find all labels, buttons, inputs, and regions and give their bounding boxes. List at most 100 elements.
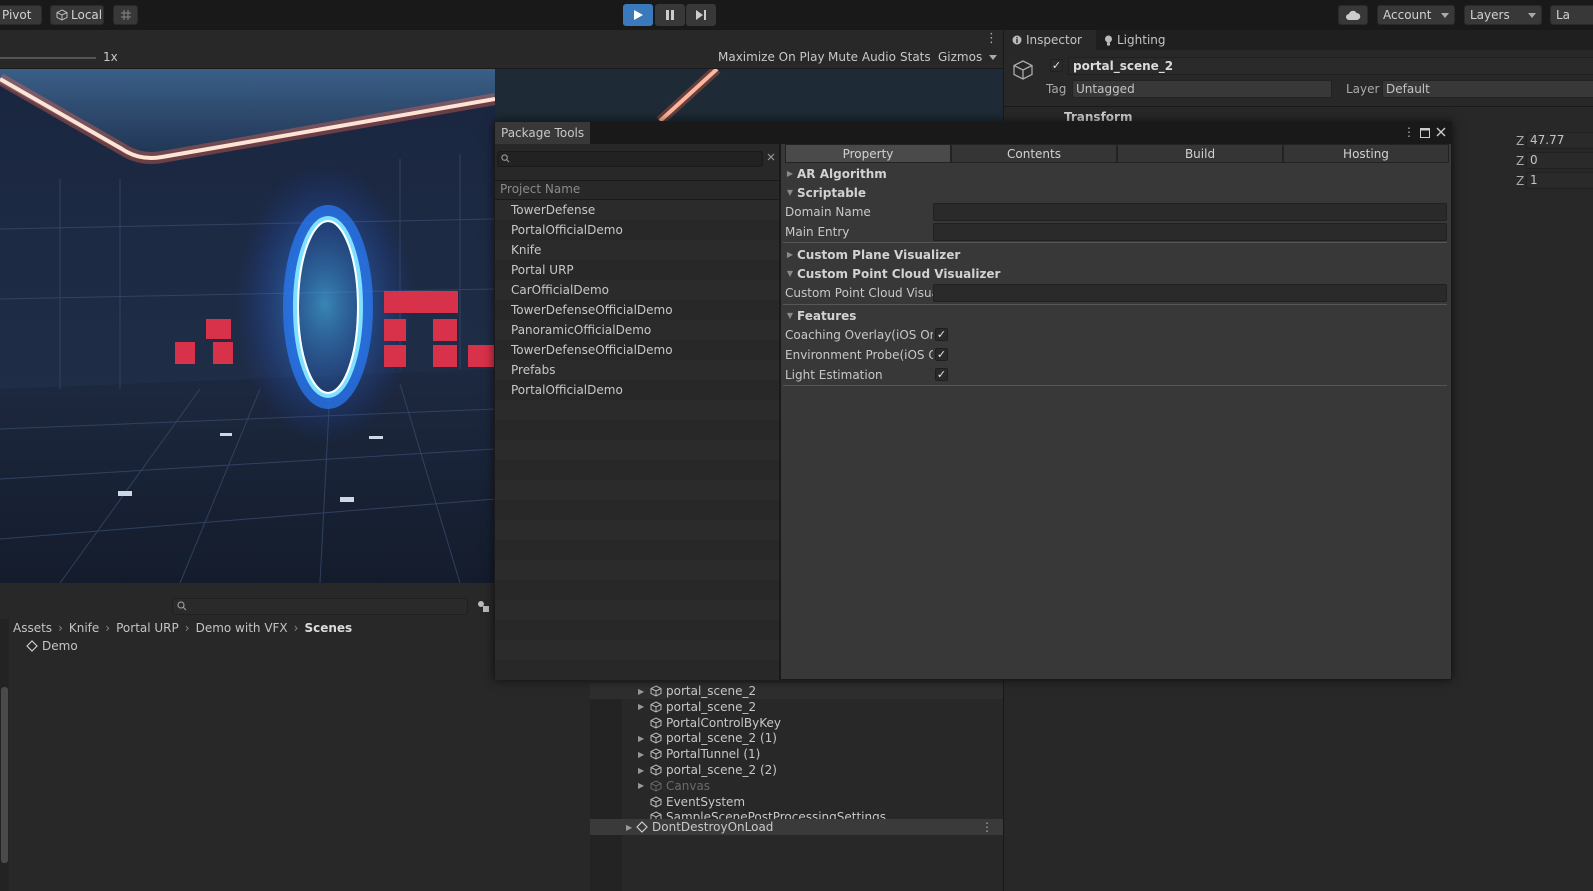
tab-contents[interactable]: Contents xyxy=(951,144,1117,163)
object-name-field[interactable]: portal_scene_2 xyxy=(1068,57,1593,75)
scale-slider[interactable] xyxy=(0,57,96,59)
expand-arrow-icon[interactable]: ▶ xyxy=(626,823,636,832)
active-checkbox[interactable]: ✓ xyxy=(1050,59,1063,72)
more-options-icon[interactable]: ⋮ xyxy=(985,31,998,46)
pause-button[interactable] xyxy=(655,4,685,26)
point-cloud-visual-input[interactable] xyxy=(933,284,1447,302)
light-estimation-checkbox[interactable]: ✓ xyxy=(935,368,948,381)
table-row[interactable]: ▶ portal_scene_2 xyxy=(590,699,1003,715)
maximize-icon[interactable] xyxy=(1420,128,1430,138)
expand-arrow-icon[interactable]: ▶ xyxy=(638,766,650,775)
environment-probe-checkbox[interactable]: ✓ xyxy=(935,348,948,361)
gizmos-toggle[interactable]: Gizmos xyxy=(938,50,982,64)
game-view-controls: 1x Maximize On Play Mute Audio Stats Giz… xyxy=(0,48,1003,69)
project-search-input[interactable] xyxy=(172,598,468,615)
scale-z-field[interactable]: 1 xyxy=(1526,172,1593,189)
domain-name-input[interactable] xyxy=(933,203,1447,221)
divider xyxy=(783,385,1447,386)
tag-dropdown[interactable]: Untagged xyxy=(1072,80,1332,98)
game-view-render[interactable] xyxy=(0,69,495,583)
project-search-input[interactable] xyxy=(497,151,763,167)
grid-snap-button[interactable] xyxy=(113,5,138,25)
breadcrumb-scenes[interactable]: Scenes xyxy=(304,621,352,635)
list-item[interactable]: Prefabs xyxy=(495,360,779,380)
expand-arrow-icon[interactable]: ▶ xyxy=(638,702,650,711)
gameobject-name: EventSystem xyxy=(666,794,746,809)
section-custom-plane[interactable]: ▶ Custom Plane Visualizer xyxy=(783,245,960,264)
table-row[interactable]: ▶ DontDestroyOnLoad ⋮ xyxy=(590,819,1003,835)
maximize-on-play-toggle[interactable]: Maximize On Play xyxy=(718,50,825,64)
list-item[interactable]: Knife xyxy=(495,240,779,260)
step-icon xyxy=(695,9,707,21)
project-scrollbar[interactable] xyxy=(0,619,9,891)
more-options-icon[interactable]: ⋮ xyxy=(981,820,993,834)
table-row[interactable]: ▶ portal_scene_2 xyxy=(590,683,1003,699)
breadcrumb-portal-urp[interactable]: Portal URP xyxy=(116,621,179,635)
breadcrumb-assets[interactable]: Assets xyxy=(13,621,52,635)
list-item[interactable]: PanoramicOfficialDemo xyxy=(495,320,779,340)
account-dropdown[interactable]: Account xyxy=(1377,5,1455,25)
expand-arrow-icon[interactable]: ▶ xyxy=(638,687,650,696)
section-scriptable[interactable]: ▼ Scriptable xyxy=(783,183,866,202)
tab-build[interactable]: Build xyxy=(1117,144,1283,163)
table-row[interactable]: ▶ portal_scene_2 (2) xyxy=(590,762,1003,778)
rotation-z-field[interactable]: 0 xyxy=(1526,152,1593,169)
play-icon xyxy=(632,9,644,21)
gameobject-name: portal_scene_2 xyxy=(666,699,757,714)
chevron-down-icon[interactable] xyxy=(989,55,997,60)
section-custom-point-cloud[interactable]: ▼ Custom Point Cloud Visualizer xyxy=(783,264,1001,283)
coaching-overlay-checkbox[interactable]: ✓ xyxy=(935,328,948,341)
breadcrumb-knife[interactable]: Knife xyxy=(69,621,99,635)
package-tools-titlebar[interactable]: Package Tools ⋮ xyxy=(495,122,1451,144)
table-row[interactable]: ▶ PortalTunnel (1) xyxy=(590,746,1003,762)
gameobject-icon xyxy=(650,764,662,776)
position-z-field[interactable]: 47.77 xyxy=(1526,132,1593,149)
table-row[interactable]: EventSystem xyxy=(590,794,1003,810)
expand-arrow-icon[interactable]: ▶ xyxy=(638,781,650,790)
cube-icon xyxy=(56,9,68,21)
gameobject-icon xyxy=(650,796,662,808)
step-button[interactable] xyxy=(686,4,716,26)
list-item[interactable]: PortalOfficialDemo xyxy=(495,220,779,240)
game-view-tabbar: ⋮ xyxy=(0,30,1003,48)
main-entry-input[interactable] xyxy=(933,223,1447,241)
play-button[interactable] xyxy=(623,4,653,26)
tab-inspector[interactable]: Inspector xyxy=(1004,30,1096,50)
tab-hosting[interactable]: Hosting xyxy=(1283,144,1449,163)
list-item[interactable]: TowerDefenseOfficialDemo xyxy=(495,300,779,320)
filter-by-type-icon[interactable] xyxy=(476,599,490,613)
list-item[interactable]: TowerDefense xyxy=(495,200,779,220)
check-icon: ✓ xyxy=(936,368,947,381)
list-item[interactable]: Demo xyxy=(26,637,78,655)
expand-arrow-icon[interactable]: ▶ xyxy=(638,734,650,743)
cloud-button[interactable] xyxy=(1338,5,1368,25)
table-row[interactable]: ▶ Canvas xyxy=(590,778,1003,794)
stats-toggle[interactable]: Stats xyxy=(900,50,931,64)
layers-dropdown[interactable]: Layers xyxy=(1464,5,1542,25)
more-options-icon[interactable]: ⋮ xyxy=(1403,125,1415,139)
local-button[interactable]: Local xyxy=(50,5,104,25)
clear-search-icon[interactable] xyxy=(767,153,775,161)
list-item[interactable]: CarOfficialDemo xyxy=(495,280,779,300)
list-item[interactable]: TowerDefenseOfficialDemo xyxy=(495,340,779,360)
layer-dropdown[interactable]: Default xyxy=(1382,80,1593,98)
tab-lighting[interactable]: Lighting xyxy=(1104,30,1166,50)
empty-row xyxy=(495,660,779,680)
scrollbar-thumb[interactable] xyxy=(1,687,8,863)
pivot-button[interactable]: Pivot xyxy=(0,5,42,25)
expand-arrow-icon[interactable]: ▶ xyxy=(638,750,650,759)
mute-audio-toggle[interactable]: Mute Audio xyxy=(828,50,896,64)
list-item[interactable]: PortalOfficialDemo xyxy=(495,380,779,400)
layout-dropdown[interactable]: La xyxy=(1550,5,1593,25)
table-row[interactable]: PortalControlByKey xyxy=(590,715,1003,731)
tab-package-tools[interactable]: Package Tools xyxy=(495,122,590,144)
unity-scene-icon xyxy=(636,821,648,833)
tab-property[interactable]: Property xyxy=(785,144,951,163)
section-features[interactable]: ▼ Features xyxy=(783,306,857,325)
section-ar-algorithm[interactable]: ▶ AR Algorithm xyxy=(783,164,887,183)
breadcrumb-demo-vfx[interactable]: Demo with VFX xyxy=(196,621,288,635)
section-label: Custom Point Cloud Visualizer xyxy=(797,266,1001,281)
close-icon[interactable] xyxy=(1436,127,1446,137)
list-item[interactable]: Portal URP xyxy=(495,260,779,280)
table-row[interactable]: ▶ portal_scene_2 (1) xyxy=(590,730,1003,746)
